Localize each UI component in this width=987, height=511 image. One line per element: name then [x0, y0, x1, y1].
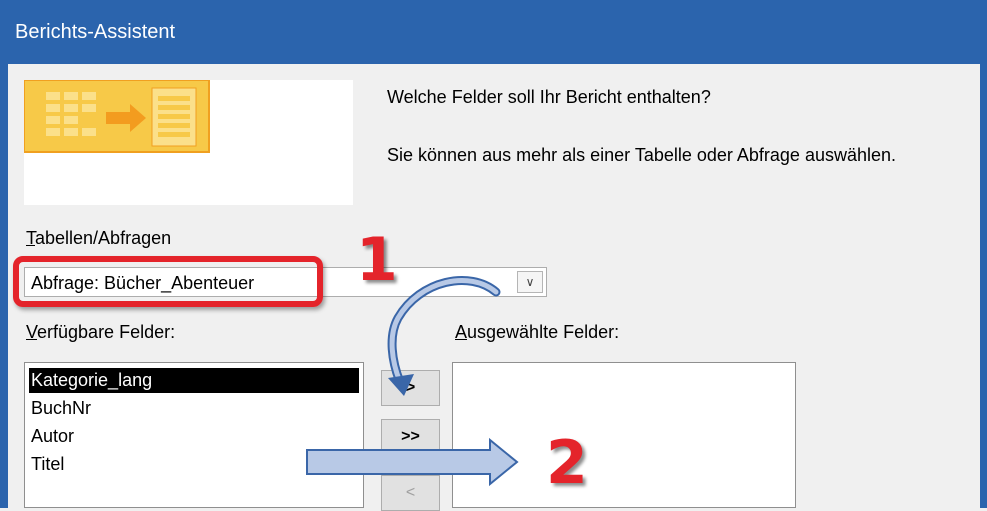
- right-arrow-icon: [306, 437, 519, 487]
- annotation-overlay: [306, 276, 519, 487]
- step-number-1: 1: [356, 225, 398, 295]
- curved-arrow-icon: [387, 276, 501, 387]
- curved-arrow-head: [388, 374, 414, 396]
- step-number-2: 2: [546, 428, 588, 498]
